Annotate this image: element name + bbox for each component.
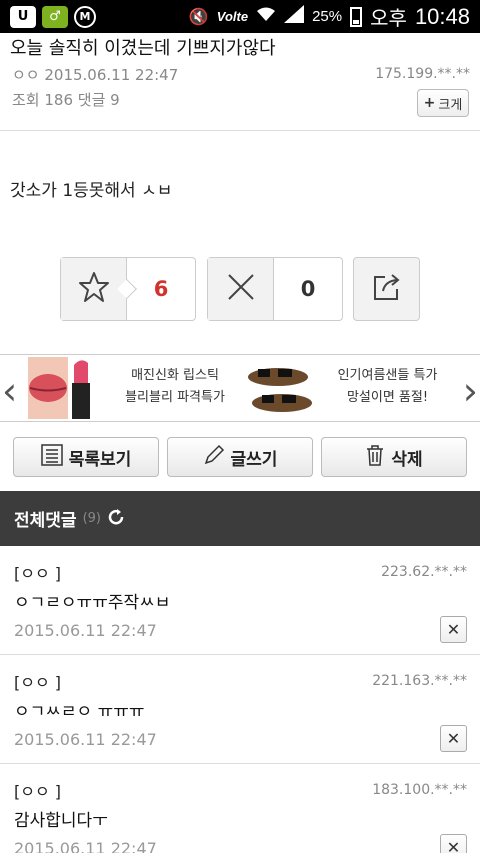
like-count: 6 [153, 277, 169, 301]
clock-time: 10:48 [414, 3, 470, 29]
comment-text: 감사합니다ㅜ [14, 811, 108, 831]
chevron-left-icon[interactable]: ‹ [2, 369, 17, 413]
comment-ip: 221.163.**.** [372, 673, 467, 689]
app-notification-icon: ♂ [42, 5, 68, 28]
star-icon [77, 270, 111, 308]
write-button[interactable]: 글쓰기 [167, 437, 313, 477]
trash-icon [365, 444, 385, 471]
enlarge-label: 크게 [438, 97, 463, 113]
list-view-label: 목록보기 [68, 449, 132, 470]
divider [0, 130, 480, 131]
ad-text-sandal[interactable]: 인기여름샌들 특가 망설이면 품절! [325, 365, 450, 409]
mute-icon: 🔇 [188, 8, 209, 26]
comment-date: 2015.06.11 22:47 [14, 621, 157, 640]
comment-delete-button[interactable]: ✕ [440, 616, 467, 643]
comment-item: [ㅇㅇ ] 223.62.**.** ㅇㄱㄹㅇㅠㅠ주작ㅆㅂ 2015.06.11… [0, 546, 480, 655]
comments-title: 전체댓글 [14, 511, 77, 531]
write-label: 글쓰기 [230, 449, 278, 470]
comment-delete-button[interactable]: ✕ [440, 834, 467, 853]
close-icon: ✕ [446, 620, 461, 639]
ad-banner[interactable]: ‹ 매진신화 립스틱 블리블리 파격특가 인기여름샌들 특가 망설이면 품절! … [0, 354, 480, 422]
wifi-icon [256, 6, 276, 27]
dislike-count: 0 [300, 277, 316, 301]
delete-label: 삭제 [391, 449, 423, 470]
comment-author: [ㅇㅇ ] [14, 782, 62, 801]
app-notification-icon: U [10, 5, 36, 28]
delete-button[interactable]: 삭제 [321, 437, 467, 477]
post-ip: 175.199.**.** [375, 66, 470, 82]
sandal-image[interactable] [246, 359, 316, 419]
status-bar: U ♂ M 🔇 Volte 25% 오후 10:48 [0, 0, 480, 33]
enlarge-text-button[interactable]: + 크게 [417, 89, 469, 117]
refresh-icon[interactable] [107, 507, 125, 531]
post-views-comments: 조회 186 댓글 9 [12, 91, 120, 109]
plus-icon: + [423, 95, 436, 111]
comment-ip: 183.100.**.** [372, 782, 467, 798]
ad-text-lipstick[interactable]: 매진신화 립스틱 블리블리 파격특가 [110, 365, 240, 409]
list-icon [40, 443, 63, 471]
volte-icon: Volte [216, 9, 249, 24]
battery-icon [350, 6, 363, 27]
x-icon [226, 272, 256, 306]
messenger-notification-icon: M [74, 5, 96, 28]
list-view-button[interactable]: 목록보기 [13, 437, 159, 477]
comment-author: [ㅇㅇ ] [14, 564, 62, 583]
comment-author: [ㅇㅇ ] [14, 673, 62, 692]
comment-ip: 223.62.**.** [381, 564, 467, 580]
dislike-button[interactable]: 0 [207, 257, 343, 321]
close-icon: ✕ [446, 729, 461, 748]
comment-item: [ㅇㅇ ] 183.100.**.** 감사합니다ㅜ 2015.06.11 22… [0, 764, 480, 853]
comment-delete-button[interactable]: ✕ [440, 725, 467, 752]
comment-text: ㅇㄱㄹㅇㅠㅠ주작ㅆㅂ [14, 593, 171, 613]
close-icon: ✕ [446, 838, 461, 853]
share-icon [371, 271, 403, 307]
like-button[interactable]: 6 [60, 257, 196, 321]
share-button[interactable] [353, 257, 420, 321]
lipstick-image[interactable] [28, 357, 96, 419]
chevron-right-icon[interactable]: › [463, 369, 478, 413]
comment-item: [ㅇㅇ ] 221.163.**.** ㅇㄱㅆㄹㅇ ㅠㅠㅠ 2015.06.11… [0, 655, 480, 764]
battery-percent: 25% [312, 8, 343, 25]
comments-count: (9) [82, 511, 101, 526]
post-author-date: ㅇㅇ 2015.06.11 22:47 [12, 66, 179, 84]
comments-header: 전체댓글 (9) [0, 491, 480, 546]
pencil-icon [203, 444, 225, 471]
comment-text: ㅇㄱㅆㄹㅇ ㅠㅠㅠ [14, 702, 145, 722]
signal-icon [284, 5, 305, 28]
clock-ampm: 오후 [370, 8, 407, 30]
comment-date: 2015.06.11 22:47 [14, 730, 157, 749]
post-body: 갓소가 1등못해서 ㅅㅂ [10, 181, 173, 201]
post-title: 오늘 솔직히 이겼는데 기쁘지가않다 [10, 38, 276, 59]
comment-date: 2015.06.11 22:47 [14, 839, 157, 853]
